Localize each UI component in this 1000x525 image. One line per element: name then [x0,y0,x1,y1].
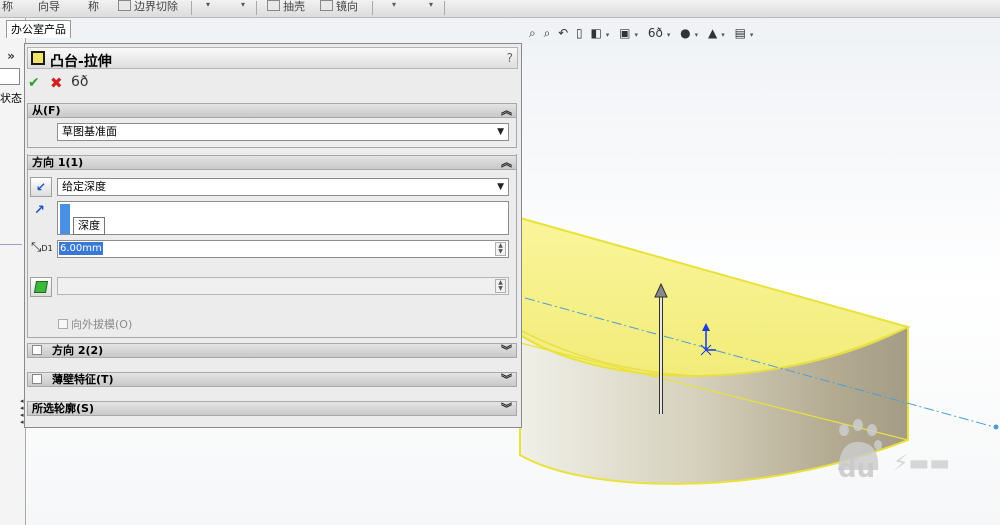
end-condition-value: 给定深度 [62,180,106,193]
direction-vector-icon: ↗ [34,203,45,218]
mirror-label: 镜向 [336,0,358,13]
top-toolbar: 称 向导 称 边界切除 ▾ ▾ 抽壳 镜向 ▾ ▾ [0,0,1000,18]
toolbar-item-2-label: 向导 [38,0,60,13]
draft-outward-box[interactable] [58,319,68,329]
group-from-header[interactable]: 从(F) ︽ [27,103,517,118]
mirror-icon [320,0,333,11]
chevron-down-icon: ▼ [497,182,504,192]
ok-button[interactable]: ✔ [28,75,40,91]
scene-icon[interactable]: ▲ [708,26,717,40]
thin-feature-checkbox[interactable] [32,374,42,384]
heads-up-view-toolbar: ⌕ ⌕ ↶ ▯ ◧ ▾ ▣ ▾ 6ð ▾ ● ▾ ▲ ▾ ▤ ▾ [529,26,754,41]
draft-toggle-button[interactable] [30,277,52,297]
property-manager-title: 凸台-拉伸 [50,54,112,70]
direction-selection-box[interactable] [57,201,509,235]
zoom-area-icon[interactable]: ⌕ [544,26,551,41]
toolbar-item-3[interactable]: 称 [88,0,99,16]
expand-panel-button[interactable]: » [0,46,22,66]
property-manager-header: 凸台-拉伸 ? [27,47,518,70]
depth-value: 6.00mm [59,242,103,255]
tab-office-products[interactable]: 办公室产品 [6,20,71,38]
reverse-direction-button[interactable]: ↙ [30,177,52,197]
shell-label: 抽壳 [283,0,305,13]
toolbar-dropdown-4[interactable]: ▾ [429,0,433,9]
glasses-icon: 6ð [71,74,89,90]
strip-divider [0,244,22,245]
view-orientation-icon[interactable]: ◧ [590,26,601,40]
x-icon: ✖ [50,74,63,92]
toolbar-item-2[interactable]: 向导 [38,0,60,16]
selection-focus-bar [60,204,70,234]
from-select-value: 草图基准面 [62,125,117,138]
check-icon: ✔ [28,75,40,91]
draft-outward-label: 向外拔模(O) [71,318,133,331]
hide-show-icon[interactable]: 6ð [648,26,663,40]
help-button[interactable]: ? [507,51,513,65]
toolbar-dropdown-3[interactable]: ▾ [392,0,396,9]
section-view-icon[interactable]: ▯ [576,26,583,40]
toolbar-dropdown-1[interactable]: ▾ [206,0,210,9]
direction2-checkbox[interactable] [32,345,42,355]
draft-outward-checkbox[interactable]: 向外拔模(O) [58,316,132,332]
strip-status-text: 状态 [0,92,22,105]
appearance-icon[interactable]: ● [680,26,690,40]
draft-angle-spinner[interactable]: ▲ ▼ [495,279,506,293]
shell-icon [267,0,280,11]
mirror-button[interactable]: 镜向 [320,0,358,16]
detailed-preview-button[interactable]: 6ð [71,74,88,90]
draft-cube-icon [33,281,49,293]
view-settings-icon[interactable]: ▤ [735,26,746,40]
depth-dimension-icon: ⤡D1 [31,240,53,255]
toolbar-dropdown-2[interactable]: ▾ [241,0,245,9]
group-thin-feature-title: 薄壁特征(T) [52,373,114,386]
boss-extrude-icon [31,51,45,65]
group-direction2-title: 方向 2(2) [52,344,104,357]
group-direction2-header[interactable]: 方向 2(2) ︾ [27,343,517,358]
boundary-cut-icon [118,0,131,11]
svg-text:⚡▬▬: ⚡▬▬ [893,451,950,476]
strip-filter-box[interactable] [0,68,20,85]
toolbar-item-1[interactable]: 称 [2,0,13,16]
chevron-down-icon: ▼ [497,127,504,137]
watermark-text: du [838,454,876,484]
previous-view-icon[interactable]: ↶ [558,26,568,40]
chevron-down-icon[interactable]: ︾ [501,373,512,387]
toolbar-item-1-label: 称 [2,0,13,13]
group-selected-contours-title: 所选轮廓(S) [32,402,94,415]
draft-angle-input[interactable]: ▲ ▼ [57,277,509,295]
property-manager-panel: 凸台-拉伸 ? ✔ ✖ 6ð 从(F) ︽ 草图基准面 ▼ 方向 1(1) ︽ … [24,43,522,428]
depth-tooltip: 深度 [73,217,105,235]
group-selected-contours-header[interactable]: 所选轮廓(S) ︾ [27,401,517,416]
chevron-up-icon[interactable]: ︽ [501,104,512,118]
group-thin-feature-header[interactable]: 薄壁特征(T) ︾ [27,372,517,387]
reverse-direction-icon: ↙ [35,180,47,194]
boundary-cut-button[interactable]: 边界切除 [118,0,178,16]
group-from-title: 从(F) [32,104,61,117]
depth-input[interactable]: 6.00mm ▲ ▼ [57,240,509,258]
display-style-icon[interactable]: ▣ [619,26,630,40]
chevron-down-icon[interactable]: ︾ [501,344,512,358]
cancel-button[interactable]: ✖ [50,74,63,92]
boundary-cut-label: 边界切除 [134,0,178,13]
end-condition-select[interactable]: 给定深度 ▼ [57,178,509,196]
shell-button[interactable]: 抽壳 [267,0,305,16]
depth-spinner[interactable]: ▲ ▼ [495,242,506,256]
zoom-to-fit-icon[interactable]: ⌕ [529,26,536,41]
from-select[interactable]: 草图基准面 ▼ [57,123,509,141]
chevron-down-icon[interactable]: ︾ [501,402,512,416]
toolbar-item-3-label: 称 [88,0,99,13]
